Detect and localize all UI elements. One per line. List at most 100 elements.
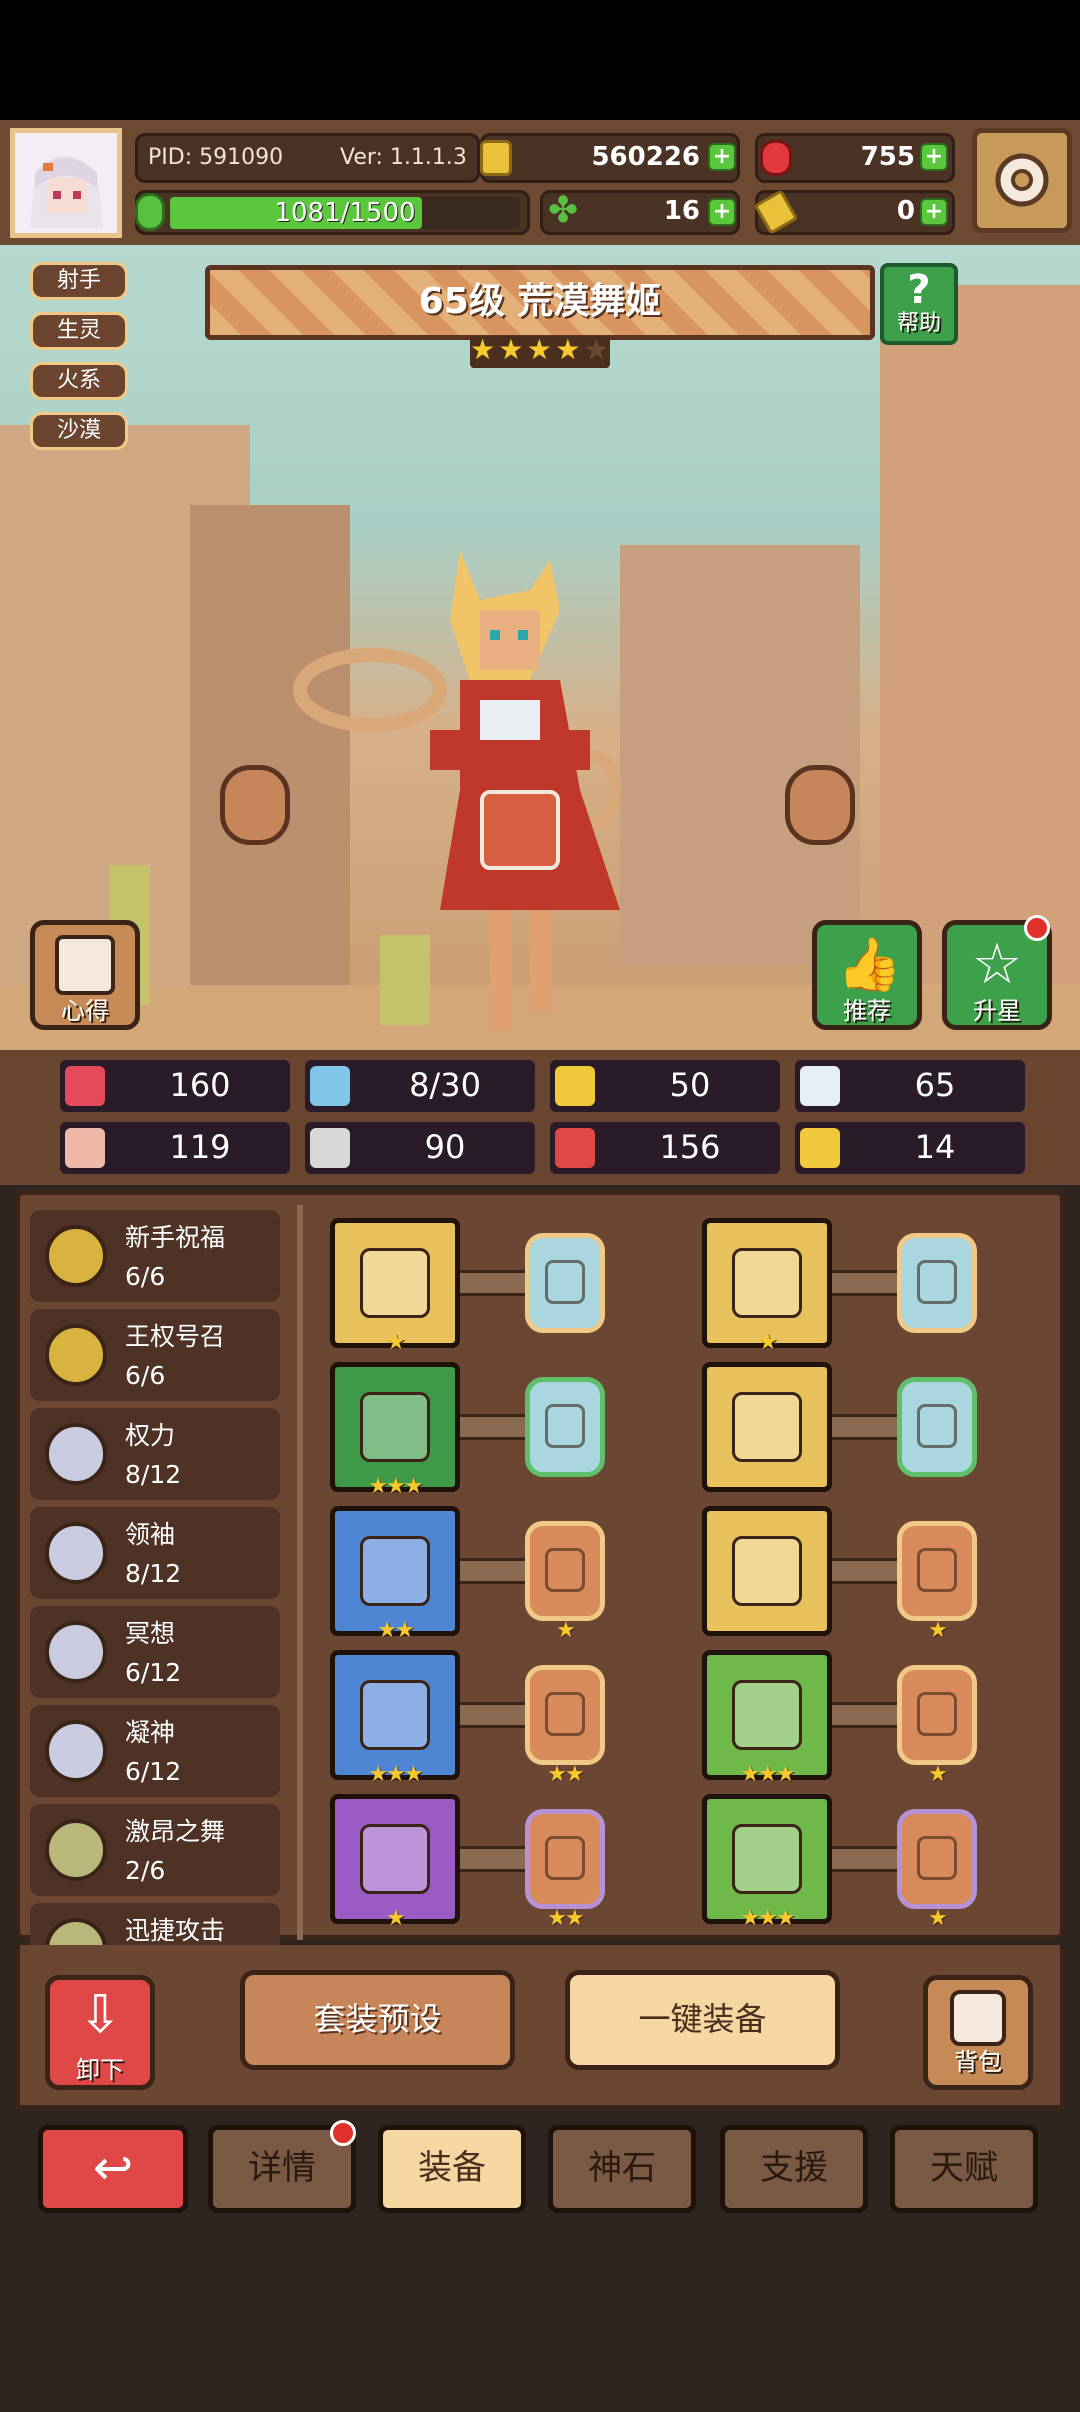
tag-desert[interactable]: 沙漠 <box>30 412 128 450</box>
stat-shield: 50 <box>550 1060 780 1112</box>
equip-slot-left-3[interactable] <box>330 1506 460 1636</box>
notes-button[interactable]: 心得 <box>30 920 140 1030</box>
gem-socket[interactable] <box>897 1665 977 1765</box>
gem-icon <box>545 1692 585 1736</box>
key-amount: 0 <box>896 196 915 226</box>
tab-talent[interactable]: 天赋 <box>890 2125 1038 2213</box>
set-bonus-item[interactable]: 新手祝福 6/6 <box>30 1210 280 1302</box>
add-gem-button[interactable]: + <box>920 143 948 171</box>
tab-support[interactable]: 支援 <box>720 2125 868 2213</box>
equip-slot-left-5[interactable] <box>330 1794 460 1924</box>
tag-archer[interactable]: 射手 <box>30 262 128 300</box>
backpack-label: 背包 <box>954 2048 1002 2076</box>
gem-icon <box>545 1836 585 1880</box>
equip-slot-right-3[interactable] <box>702 1506 832 1636</box>
set-bonus-item[interactable]: 冥想 6/12 <box>30 1606 280 1698</box>
set-bonus-item[interactable]: 迅捷攻击 <box>30 1903 280 1945</box>
stat-value: 119 <box>169 1128 231 1166</box>
xp-text: 1081/1500 <box>274 198 416 228</box>
set-progress: 6/6 <box>125 1361 166 1390</box>
stat-value: 90 <box>424 1128 466 1166</box>
set-coin-icon <box>45 1819 107 1881</box>
add-key-button[interactable]: + <box>920 198 948 226</box>
unequip-button[interactable]: ⇩ 卸下 <box>45 1975 155 2090</box>
gem-socket[interactable] <box>897 1521 977 1621</box>
set-bonus-item[interactable]: 凝神 6/12 <box>30 1705 280 1797</box>
set-name: 领袖 <box>125 1520 176 1549</box>
stat-value: 65 <box>914 1066 956 1104</box>
set-bonus-item[interactable]: 王权号召 6/6 <box>30 1309 280 1401</box>
gem-icon <box>917 1692 957 1736</box>
gem-socket[interactable] <box>525 1233 605 1333</box>
preset-button[interactable]: 套装预设 <box>240 1970 515 2070</box>
slot-link <box>455 1558 525 1584</box>
slot-link <box>827 1702 897 1728</box>
status-bar <box>0 0 1080 120</box>
equip-slot-right-4[interactable] <box>702 1650 832 1780</box>
gem-socket[interactable] <box>525 1665 605 1765</box>
set-coin-icon <box>45 1423 107 1485</box>
item-stars: ★ <box>758 1330 778 1355</box>
add-clover-button[interactable]: + <box>708 198 736 226</box>
recommend-label: 推荐 <box>843 997 891 1025</box>
set-bonus-item[interactable]: 激昂之舞 2/6 <box>30 1804 280 1896</box>
prev-hero-button[interactable] <box>220 765 290 845</box>
equip-slot-left-4[interactable] <box>330 1650 460 1780</box>
set-coin-icon <box>45 1324 107 1386</box>
tab-equipment[interactable]: 装备 <box>378 2125 526 2213</box>
gem-socket[interactable] <box>525 1521 605 1621</box>
gem-socket[interactable] <box>525 1809 605 1909</box>
equip-slot-left-2[interactable] <box>330 1362 460 1492</box>
next-hero-button[interactable] <box>785 765 855 845</box>
stat-value: 160 <box>169 1066 231 1104</box>
upstar-label: 升星 <box>973 997 1021 1025</box>
settings-button[interactable] <box>972 128 1072 233</box>
tag-creature[interactable]: 生灵 <box>30 312 128 350</box>
wing-icon <box>800 1066 840 1106</box>
gem-socket[interactable] <box>525 1377 605 1477</box>
set-coin-icon <box>45 1720 107 1782</box>
recommend-button[interactable]: 👍 推荐 <box>812 920 922 1030</box>
gem-socket[interactable] <box>897 1233 977 1333</box>
boots-icon <box>732 1824 802 1894</box>
return-arrow-icon: ↩ <box>92 2140 134 2196</box>
set-progress: 2/6 <box>125 1856 166 1885</box>
help-button[interactable]: ? 帮助 <box>880 263 958 345</box>
add-gold-button[interactable]: + <box>708 143 736 171</box>
player-avatar[interactable] <box>10 128 122 238</box>
equip-slot-right-1[interactable] <box>702 1218 832 1348</box>
stat-value: 50 <box>669 1066 711 1104</box>
slot-link <box>827 1558 897 1584</box>
equip-slot-left-1[interactable] <box>330 1218 460 1348</box>
tab-god-stone[interactable]: 神石 <box>548 2125 696 2213</box>
item-stars: ★★★ <box>368 1762 423 1787</box>
equip-slot-right-2[interactable] <box>702 1362 832 1492</box>
set-name: 激昂之舞 <box>125 1817 226 1846</box>
set-bonus-item[interactable]: 领袖 8/12 <box>30 1507 280 1599</box>
gem-socket[interactable] <box>897 1809 977 1909</box>
item-stars: ★ <box>386 1906 406 1931</box>
equip-all-button[interactable]: 一键装备 <box>565 1970 840 2070</box>
back-button[interactable]: ↩ <box>38 2125 188 2213</box>
equip-slot-right-5[interactable] <box>702 1794 832 1924</box>
arrow-down-icon: ⇩ <box>78 1985 122 2045</box>
slot-link <box>455 1702 525 1728</box>
gem-icon <box>545 1260 585 1304</box>
amulet-icon <box>360 1680 430 1750</box>
version-text: Ver: 1.1.1.3 <box>340 145 467 170</box>
set-name: 权力 <box>125 1421 176 1450</box>
question-icon: ? <box>907 267 931 313</box>
pid-text: PID: 591090 <box>148 145 284 170</box>
tag-fire[interactable]: 火系 <box>30 362 128 400</box>
leaf-blade-icon <box>360 1392 430 1462</box>
ring-icon <box>732 1536 802 1606</box>
set-bonus-list[interactable]: 新手祝福 6/6 王权号召 6/6 权力 8/12 领袖 8/12 冥想 6/12 凝神 6/12 激昂… <box>30 1205 295 1945</box>
set-bonus-item[interactable]: 权力 8/12 <box>30 1408 280 1500</box>
filled-star-icon: ★ <box>498 333 524 366</box>
unequip-label: 卸下 <box>76 2056 124 2084</box>
gem-socket[interactable] <box>897 1377 977 1477</box>
water-drop-icon <box>310 1066 350 1106</box>
backpack-button[interactable]: 背包 <box>923 1975 1033 2090</box>
hero-title: 65级 荒漠舞姬 <box>418 281 662 322</box>
potion-icon <box>555 1128 595 1168</box>
